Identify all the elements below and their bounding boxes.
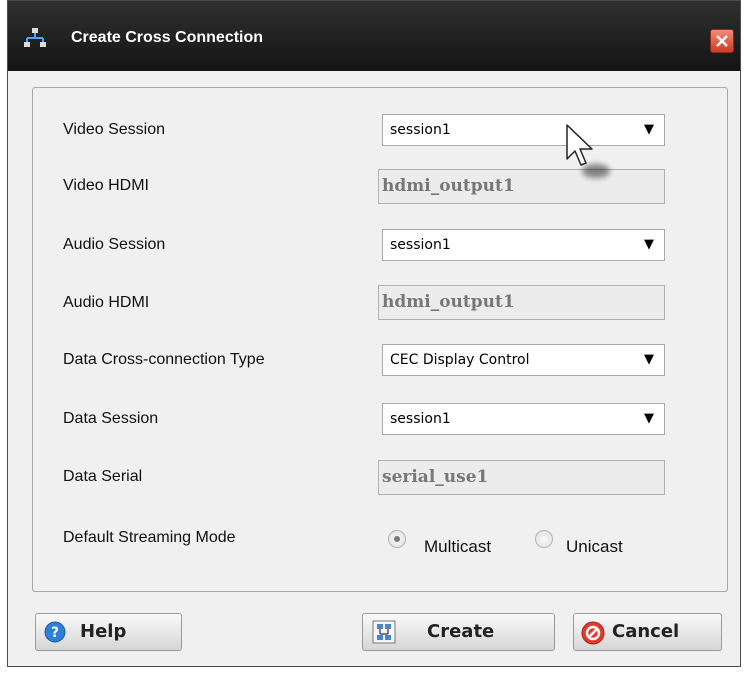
- audio-hdmi-label: Audio HDMI: [63, 294, 150, 311]
- cancel-button-label: Cancel: [612, 621, 680, 642]
- data-cross-connection-type-value: CEC Display Control: [390, 352, 530, 368]
- video-hdmi-label: Video HDMI: [63, 177, 149, 194]
- audio-session-label: Audio Session: [63, 236, 166, 253]
- cancel-button[interactable]: Cancel: [573, 613, 722, 651]
- svg-text:?: ?: [51, 625, 59, 641]
- data-cross-connection-type-select[interactable]: CEC Display Control ▼: [382, 344, 665, 376]
- create-button-label: Create: [427, 621, 495, 642]
- close-button[interactable]: [710, 29, 734, 53]
- audio-session-value: session1: [390, 237, 451, 253]
- audio-hdmi-field: hdmi_output1: [378, 285, 665, 320]
- unicast-label[interactable]: Unicast: [566, 537, 623, 557]
- data-cross-connection-type-label: Data Cross-connection Type: [63, 351, 265, 368]
- dropdown-arrow-icon: ▼: [644, 122, 654, 137]
- mouse-pointer-icon: [566, 124, 610, 178]
- create-cross-connection-dialog: Create Cross Connection Video Session se…: [7, 0, 741, 667]
- help-button[interactable]: ? Help: [35, 613, 182, 651]
- unicast-radio[interactable]: [535, 530, 553, 548]
- data-session-value: session1: [390, 411, 451, 427]
- audio-session-select[interactable]: session1 ▼: [382, 229, 665, 261]
- dialog-title: Create Cross Connection: [71, 29, 264, 46]
- close-icon: [716, 35, 728, 47]
- default-streaming-mode-label: Default Streaming Mode: [63, 529, 236, 546]
- multicast-radio[interactable]: [388, 530, 406, 548]
- network-icon: [372, 620, 396, 644]
- help-button-label: Help: [80, 621, 127, 642]
- video-session-value: session1: [390, 122, 451, 138]
- video-session-label: Video Session: [63, 121, 165, 138]
- help-icon: ?: [44, 621, 66, 643]
- create-button[interactable]: Create: [362, 613, 555, 651]
- dropdown-arrow-icon: ▼: [644, 352, 654, 367]
- cancel-icon: [581, 621, 605, 645]
- multicast-label[interactable]: Multicast: [424, 537, 491, 557]
- dropdown-arrow-icon: ▼: [644, 411, 654, 426]
- title-bar[interactable]: Create Cross Connection: [8, 1, 740, 71]
- data-session-label: Data Session: [63, 410, 159, 427]
- data-serial-label: Data Serial: [63, 468, 143, 485]
- network-icon: [24, 28, 46, 47]
- data-serial-field: serial_use1: [378, 460, 665, 495]
- dropdown-arrow-icon: ▼: [644, 237, 654, 252]
- data-session-select[interactable]: session1 ▼: [382, 403, 665, 435]
